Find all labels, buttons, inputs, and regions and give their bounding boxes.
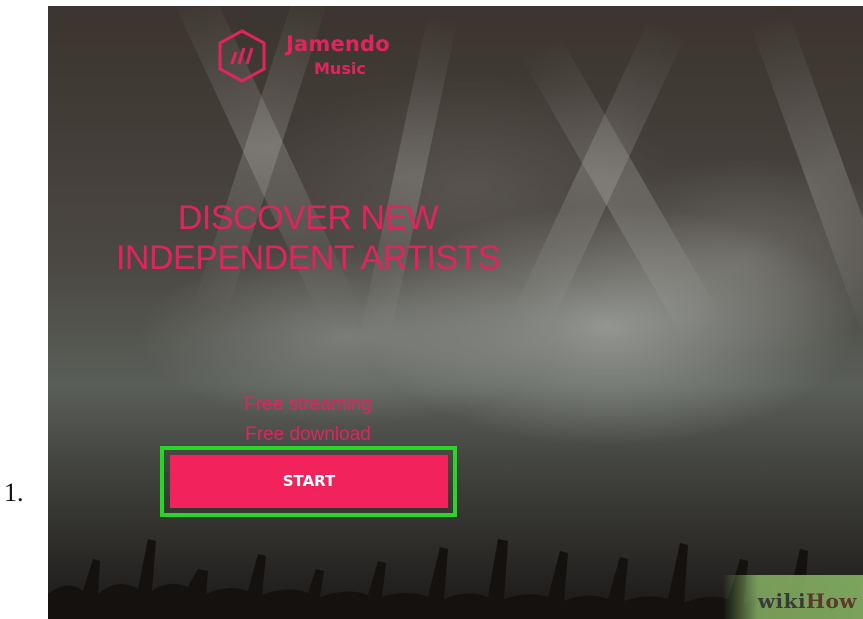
jamendo-logo[interactable]: Jamendo Music bbox=[216, 26, 406, 88]
logo-hexagon-icon bbox=[218, 29, 266, 83]
wikihow-watermark: wikiHow bbox=[723, 575, 863, 619]
step-number: 1. bbox=[4, 478, 24, 507]
headline: DISCOVER NEW INDEPENDENT ARTISTS bbox=[108, 198, 508, 278]
feature-list: Free streaming Free download bbox=[188, 390, 428, 450]
feature-streaming: Free streaming bbox=[244, 394, 372, 415]
watermark-text: wikiHow bbox=[758, 589, 857, 613]
watermark-wiki: wiki bbox=[757, 589, 807, 613]
start-button[interactable]: START bbox=[170, 455, 448, 508]
headline-line-1: DISCOVER NEW bbox=[177, 199, 439, 237]
headline-line-2: INDEPENDENT ARTISTS bbox=[115, 239, 501, 277]
hero-banner: Jamendo Music DISCOVER NEW INDEPENDENT A… bbox=[48, 6, 863, 619]
brand-subtitle: Music bbox=[314, 59, 366, 78]
page: 1. Jamendo Music DISCOVER NEW INDEPENDEN… bbox=[0, 0, 863, 619]
watermark-how: How bbox=[806, 589, 857, 613]
brand-name: Jamendo bbox=[286, 32, 390, 56]
